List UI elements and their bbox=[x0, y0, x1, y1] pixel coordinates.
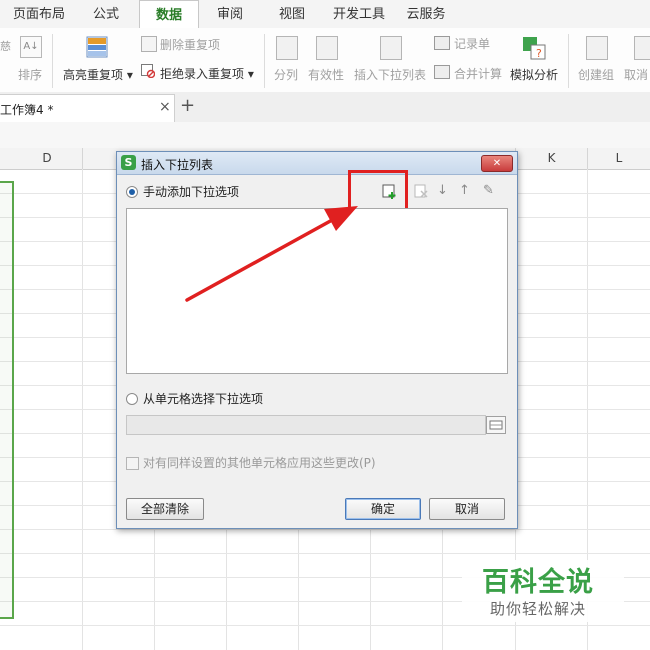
watermark-subtitle: 助你轻松解决 bbox=[490, 600, 587, 618]
watermark: 百科全说 助你轻松解决 bbox=[462, 560, 624, 622]
arrow-shaft bbox=[185, 217, 336, 302]
watermark-title: 百科全说 bbox=[482, 567, 594, 598]
arrow-head bbox=[324, 206, 358, 231]
annotation-arrow bbox=[185, 206, 358, 302]
